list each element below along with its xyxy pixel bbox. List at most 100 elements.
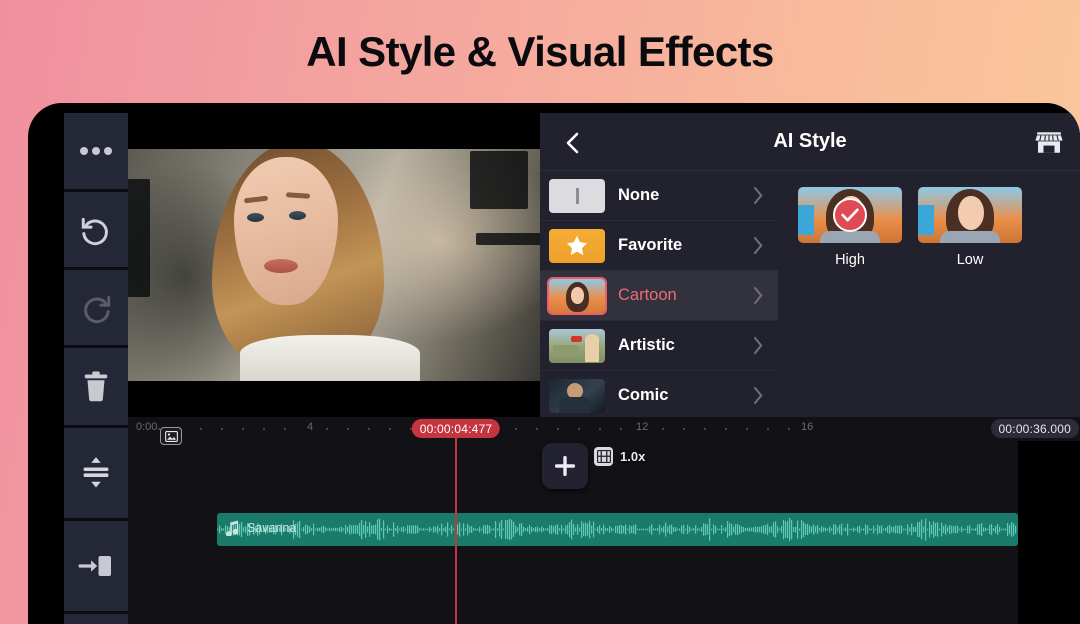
chevron-right-icon xyxy=(753,386,763,405)
more-options-button[interactable] xyxy=(64,113,128,189)
chevron-right-icon xyxy=(753,186,763,205)
ruler-tick xyxy=(683,428,685,430)
clip-image-badge xyxy=(160,427,182,445)
insert-right-icon xyxy=(78,556,111,576)
page-title-text: AI Style & Visual Effects xyxy=(306,27,774,75)
variant-label: High xyxy=(835,252,865,268)
variant-selected-check xyxy=(833,198,867,232)
film-icon-wrap xyxy=(594,447,613,466)
timeline-ruler[interactable]: 0:00 4 12 16 00:00:36.000 00:00:04:477 xyxy=(128,417,1080,441)
panel-title: AI Style xyxy=(773,130,847,152)
ruler-tick xyxy=(578,428,580,430)
ruler-tick xyxy=(389,428,391,430)
plus-icon xyxy=(555,456,575,476)
ruler-label: 16 xyxy=(801,421,814,433)
style-list[interactable]: None Favorite Cartoon Artistic Comic xyxy=(540,171,778,417)
expand-vertical-icon xyxy=(83,457,109,488)
preview-rail xyxy=(476,233,540,245)
preview-eye-right xyxy=(289,211,306,220)
preview-frame xyxy=(128,149,540,381)
style-label: None xyxy=(618,186,660,204)
preview-window-left xyxy=(128,179,150,297)
ruler-tick xyxy=(746,428,748,430)
video-preview[interactable] xyxy=(128,113,540,417)
variant-thumb-high xyxy=(798,187,902,243)
ruler-tick xyxy=(242,428,244,430)
preview-eye-left xyxy=(247,213,264,222)
ruler-tick xyxy=(767,428,769,430)
redo-icon xyxy=(84,295,111,323)
ruler-label: 4 xyxy=(307,421,314,433)
variant-label: Low xyxy=(956,252,984,268)
style-thumb-favorite xyxy=(549,228,605,263)
style-row-none[interactable]: None xyxy=(540,171,778,221)
timeline-right-gutter xyxy=(1018,441,1080,624)
style-row-comic[interactable]: Comic xyxy=(540,371,778,417)
audio-name: Savanna xyxy=(247,521,297,535)
audio-track[interactable]: Savanna xyxy=(217,513,1018,546)
ruler-tick xyxy=(221,428,223,430)
preview-window-right xyxy=(470,151,528,209)
timeline[interactable]: 0:00 4 12 16 00:00:36.000 00:00:04:477 1… xyxy=(128,417,1080,624)
ruler-tick xyxy=(326,428,328,430)
audio-label-wrap: Savanna xyxy=(225,520,296,536)
variant-low[interactable]: Low xyxy=(918,187,1022,268)
star-icon xyxy=(566,235,588,256)
preview-lips xyxy=(264,259,298,273)
ai-style-panel: AI Style None Favorite Cartoon Artistic … xyxy=(540,113,1080,417)
left-toolbar xyxy=(64,113,128,624)
duration-badge: 00:00:36.000 xyxy=(990,419,1079,438)
ruler-label: 0:00 xyxy=(136,421,158,433)
ruler-tick xyxy=(557,428,559,430)
ruler-tick xyxy=(263,428,265,430)
store-icon xyxy=(1035,132,1063,153)
ruler-tick xyxy=(788,428,790,430)
style-row-cartoon[interactable]: Cartoon xyxy=(540,271,778,321)
speed-label: 1.0x xyxy=(620,449,646,464)
style-label: Cartoon xyxy=(618,286,677,304)
ruler-tick xyxy=(284,428,286,430)
ruler-tick xyxy=(515,428,517,430)
style-thumb-none xyxy=(549,178,605,213)
ruler-tick xyxy=(620,428,622,430)
audio-waveform xyxy=(217,518,1017,541)
style-thumb-cartoon xyxy=(549,278,605,313)
chevron-right-icon xyxy=(753,336,763,355)
device-frame: AI Style None Favorite Cartoon Artistic … xyxy=(28,103,1080,624)
delete-button[interactable] xyxy=(64,348,128,425)
ruler-tick xyxy=(368,428,370,430)
style-label: Favorite xyxy=(618,236,683,254)
undo-icon xyxy=(81,217,108,245)
insert-clip-button[interactable] xyxy=(64,521,128,611)
ruler-label: 12 xyxy=(636,421,649,433)
store-button[interactable] xyxy=(1032,126,1066,160)
chevron-right-icon xyxy=(753,236,763,255)
film-icon xyxy=(596,450,611,463)
panel-header: AI Style xyxy=(540,113,1080,171)
style-label: Comic xyxy=(618,386,669,404)
ruler-tick xyxy=(704,428,706,430)
ruler-tick xyxy=(662,428,664,430)
style-row-favorite[interactable]: Favorite xyxy=(540,221,778,271)
toolbar-overflow-button[interactable] xyxy=(64,614,128,624)
preview-shirt xyxy=(240,335,420,381)
clip-speed-indicator[interactable]: 1.0x xyxy=(594,447,645,466)
page-title: AI Style & Visual Effects xyxy=(0,0,1080,103)
undo-button[interactable] xyxy=(64,192,128,267)
ellipsis-icon xyxy=(80,147,112,155)
style-thumb-artistic xyxy=(549,328,605,363)
redo-button[interactable] xyxy=(64,270,128,345)
playhead-line[interactable] xyxy=(455,438,457,624)
style-variants: High Low xyxy=(778,171,1080,417)
style-thumb-comic xyxy=(549,378,605,413)
style-row-artistic[interactable]: Artistic xyxy=(540,321,778,371)
ruler-tick xyxy=(200,428,202,430)
expand-tracks-button[interactable] xyxy=(64,428,128,518)
ruler-tick xyxy=(536,428,538,430)
variant-thumb-low xyxy=(918,187,1022,243)
ruler-tick xyxy=(599,428,601,430)
playhead-time-badge[interactable]: 00:00:04:477 xyxy=(411,419,501,438)
variant-high[interactable]: High xyxy=(798,187,902,268)
add-clip-button[interactable] xyxy=(542,443,588,489)
image-icon xyxy=(164,430,178,442)
